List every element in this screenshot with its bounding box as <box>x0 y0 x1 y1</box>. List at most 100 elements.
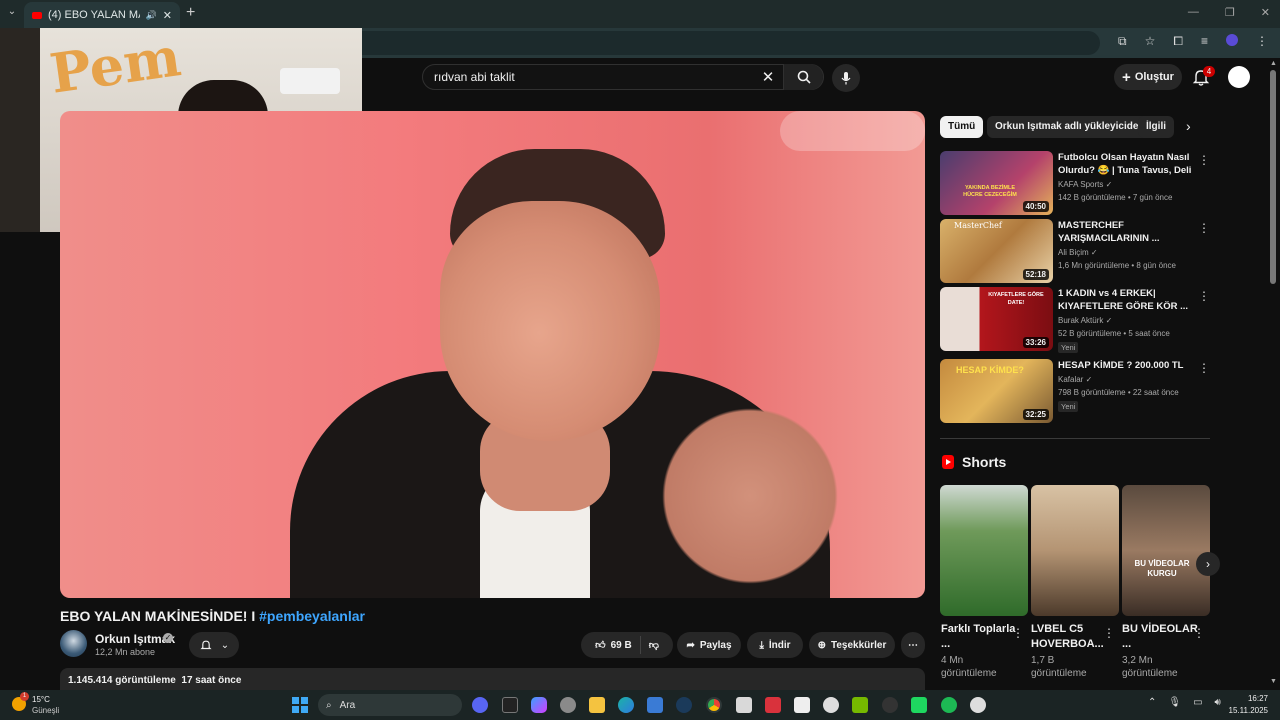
channel-name[interactable]: Burak Aktürk ✓ <box>1058 316 1112 325</box>
audio-playing-icon[interactable]: 🔊 <box>146 10 157 21</box>
create-label: Oluştur <box>1134 71 1174 83</box>
shorts-next-button[interactable]: › <box>1196 552 1220 576</box>
hashtag-link[interactable]: #pembeyalanlar <box>259 608 365 624</box>
create-button[interactable]: + Oluştur <box>1114 64 1182 90</box>
scroll-up-arrow[interactable]: ▲ <box>1270 60 1277 67</box>
epic-games-icon[interactable] <box>502 697 518 713</box>
chip-related[interactable]: İlgili <box>1138 116 1174 138</box>
video-player[interactable] <box>60 111 925 598</box>
bookmark-star-icon[interactable]: ☆ <box>1145 34 1156 49</box>
download-button[interactable]: ⤓ İndir <box>747 632 803 658</box>
address-bar[interactable] <box>250 31 1100 55</box>
window-restore-button[interactable]: ❐ <box>1225 6 1235 19</box>
chip-from-uploader[interactable]: Orkun Işıtmak adlı yükleyiciden <box>987 116 1153 138</box>
recording-app-icon[interactable] <box>765 697 781 713</box>
clear-search-icon[interactable]: ✕ <box>753 68 783 86</box>
thanks-label: Teşekkürler <box>830 639 887 651</box>
channel-name[interactable]: Kafalar ✓ <box>1058 375 1092 384</box>
chip-all[interactable]: Tümü <box>940 116 984 138</box>
weather-temperature[interactable]: 15°C <box>32 695 50 704</box>
windows-taskbar <box>0 690 1280 720</box>
settings-gear-icon[interactable] <box>560 697 576 713</box>
chevron-up-icon[interactable]: ⌃ <box>1148 697 1156 708</box>
dislike-button[interactable]: 👎︎ <box>649 639 659 651</box>
page-scrollbar[interactable] <box>1270 70 1276 284</box>
clock-time[interactable]: 16:27 <box>1228 694 1268 703</box>
app-icon[interactable] <box>736 697 752 713</box>
steam-icon[interactable] <box>676 697 692 713</box>
new-tab-button[interactable]: + <box>186 4 195 22</box>
channel-name[interactable]: KAFA Sports ✓ <box>1058 180 1112 189</box>
window-minimize-button[interactable]: — <box>1188 6 1199 19</box>
file-explorer-icon[interactable] <box>589 697 605 713</box>
app-icon[interactable] <box>970 697 986 713</box>
video-thumbnail[interactable]: MasterChef 52:18 <box>940 219 1053 283</box>
more-options-icon[interactable]: ⋮ <box>1198 221 1210 235</box>
microphone-icon[interactable]: 🎙︎ <box>1168 697 1181 708</box>
thanks-button[interactable]: ⊕ Teşekkürler <box>809 632 895 658</box>
video-title[interactable]: Futbolcu Olsan Hayatın Nasıl Olurdu? 😂 |… <box>1058 151 1196 178</box>
share-button[interactable]: ➦ Paylaş <box>677 632 741 658</box>
short-thumbnail[interactable] <box>1031 485 1119 616</box>
video-thumbnail[interactable]: KIYAFETLERE GÖRE DATE! 33:26 <box>940 287 1053 351</box>
video-title[interactable]: 1 KADIN vs 4 ERKEK| KIYAFETLERE GÖRE KÖR… <box>1058 287 1196 313</box>
edge-icon[interactable] <box>618 697 634 713</box>
channel-name[interactable]: Ali Biçim ✓ <box>1058 248 1098 257</box>
more-options-icon[interactable]: ⋮ <box>1012 626 1024 640</box>
taskbar-search[interactable]: ⌕ Ara <box>318 694 462 716</box>
browser-tab[interactable]: (4) EBO YALAN MAKİNESİNDE 🔊 ✕ <box>24 2 180 28</box>
video-thumbnail[interactable]: YAKINDA BEZİMLE HÜCRE CEZECEĞİM 40:50 <box>940 151 1053 215</box>
video-thumbnail[interactable]: HESAP KİMDE? 32:25 <box>940 359 1053 423</box>
recommended-video[interactable]: YAKINDA BEZİMLE HÜCRE CEZECEĞİM 40:50 Fu… <box>940 151 1215 215</box>
short-title[interactable]: LVBEL C5 HOVERBOA... <box>1031 622 1109 652</box>
more-options-icon[interactable]: ⋮ <box>1198 153 1210 167</box>
subscription-notification-button[interactable]: ⌄ <box>189 632 239 658</box>
short-title[interactable]: Farklı Toplarla ... <box>941 622 1019 652</box>
chrome-icon[interactable] <box>706 697 722 713</box>
chatgpt-icon[interactable] <box>823 697 839 713</box>
recommended-video[interactable]: HESAP KİMDE? 32:25 HESAP KİMDE ? 200.000… <box>940 359 1215 423</box>
app-icon[interactable] <box>882 697 898 713</box>
spotify-icon[interactable] <box>941 697 957 713</box>
more-options-icon[interactable]: ⋮ <box>1103 626 1115 640</box>
search-button[interactable] <box>783 64 823 90</box>
app-icon[interactable] <box>911 697 927 713</box>
voice-search-button[interactable] <box>832 64 860 92</box>
short-thumbnail[interactable] <box>940 485 1028 616</box>
like-button[interactable]: 👍︎ 69 B <box>595 639 632 652</box>
search-input[interactable] <box>423 70 753 84</box>
window-close-button[interactable]: ✕ <box>1261 6 1270 19</box>
short-title[interactable]: BU VİDEOLAR ... <box>1122 622 1200 652</box>
capcut-icon[interactable] <box>794 697 810 713</box>
more-actions-button[interactable]: ⋯ <box>901 632 925 658</box>
display-icon[interactable]: ▭ <box>1193 697 1202 708</box>
video-title[interactable]: MASTERCHEF YARIŞMACILARININ ... <box>1058 219 1196 245</box>
start-menu-button[interactable] <box>292 697 308 713</box>
more-options-icon[interactable]: ⋮ <box>1198 361 1210 375</box>
recommended-video[interactable]: KIYAFETLERE GÖRE DATE! 33:26 1 KADIN vs … <box>940 287 1215 353</box>
short-thumbnail[interactable]: BU VİDEOLAR KURGU <box>1122 485 1210 616</box>
more-options-icon[interactable]: ⋮ <box>1193 626 1205 640</box>
account-avatar[interactable] <box>1228 66 1250 88</box>
chevron-right-icon[interactable]: › <box>1186 118 1191 134</box>
discord-icon[interactable] <box>472 697 488 713</box>
more-options-icon[interactable]: ⋮ <box>1198 289 1210 303</box>
video-meta: 142 B görüntüleme • 7 gün önce <box>1058 193 1173 202</box>
weather-description[interactable]: Güneşli <box>32 706 59 715</box>
nvidia-icon[interactable] <box>852 697 868 713</box>
description-box[interactable]: 1.145.414 görüntüleme 17 saat önce <box>60 668 925 690</box>
tab-search-icon[interactable]: ⌄ <box>4 6 20 22</box>
copilot-icon[interactable] <box>531 697 547 713</box>
media-controls-icon[interactable]: ≡ <box>1201 34 1208 49</box>
profile-icon[interactable] <box>1226 34 1238 46</box>
tab-close-icon[interactable]: ✕ <box>163 9 172 22</box>
clock-date[interactable]: 15.11.2025 <box>1220 706 1268 715</box>
recommended-video[interactable]: MasterChef 52:18 MASTERCHEF YARIŞMACILAR… <box>940 219 1215 283</box>
cast-icon[interactable]: ⧉ <box>1118 34 1127 49</box>
extensions-icon[interactable]: ⧠ <box>1173 34 1183 49</box>
browser-menu-icon[interactable]: ⋮ <box>1256 34 1268 49</box>
channel-avatar[interactable] <box>60 630 87 657</box>
video-title[interactable]: HESAP KİMDE ? 200.000 TL <box>1058 359 1196 372</box>
scroll-down-arrow[interactable]: ▼ <box>1270 678 1277 685</box>
microsoft-store-icon[interactable] <box>647 697 663 713</box>
